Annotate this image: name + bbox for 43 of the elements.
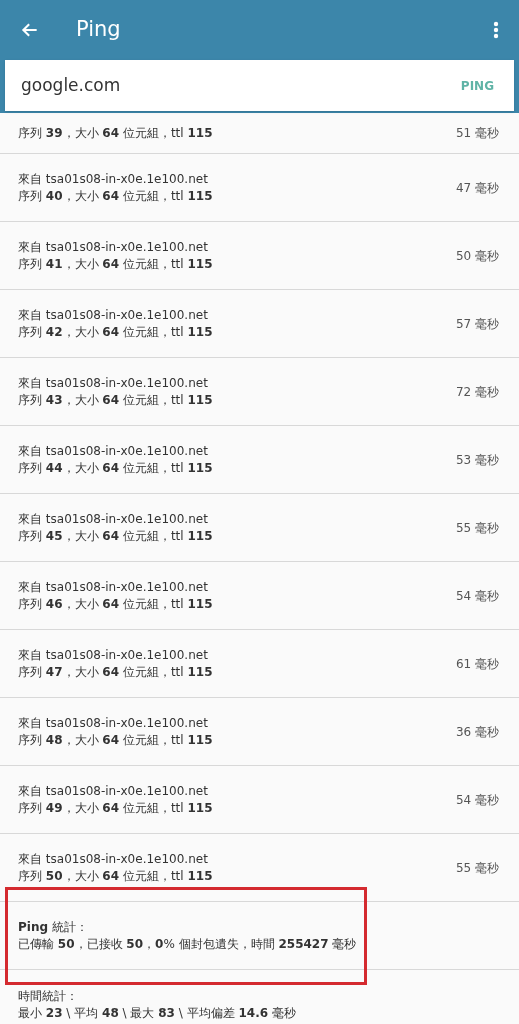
reply-source: 來自 tsa01s08-in-x0e.1e100.net	[18, 238, 209, 256]
ping-stats-title: Ping 統計：	[18, 918, 89, 936]
reply-source: 來自 tsa01s08-in-x0e.1e100.net	[18, 646, 209, 664]
reply-detail: 序列 42，大小 64 位元組，ttl 115	[18, 323, 213, 341]
reply-source: 來自 tsa01s08-in-x0e.1e100.net	[18, 170, 209, 188]
more-menu-icon[interactable]	[493, 21, 499, 39]
reply-detail: 序列 46，大小 64 位元組，ttl 115	[18, 595, 213, 613]
host-input-field[interactable]: google.com PING	[5, 60, 514, 111]
reply-time: 54 毫秒	[455, 587, 499, 605]
reply-source: 來自 tsa01s08-in-x0e.1e100.net	[18, 782, 209, 800]
reply-time: 61 毫秒	[455, 655, 499, 673]
reply-detail: 序列 45，大小 64 位元組，ttl 115	[18, 527, 213, 545]
reply-detail: 序列 43，大小 64 位元組，ttl 115	[18, 391, 213, 409]
reply-source: 來自 tsa01s08-in-x0e.1e100.net	[18, 850, 209, 868]
reply-detail: 序列 50，大小 64 位元組，ttl 115	[18, 867, 213, 885]
ping-stats-text: 已傳輸 50，已接收 50，0% 個封包遺失，時間 255427 毫秒	[18, 935, 358, 953]
reply-source: 來自 tsa01s08-in-x0e.1e100.net	[18, 374, 209, 392]
reply-time: 36 毫秒	[455, 723, 499, 741]
reply-time: 50 毫秒	[455, 247, 499, 265]
host-value: google.com	[21, 73, 121, 97]
reply-detail: 序列 40，大小 64 位元組，ttl 115	[18, 187, 213, 205]
reply-detail: 序列 44，大小 64 位元組，ttl 115	[18, 459, 213, 477]
reply-source: 來自 tsa01s08-in-x0e.1e100.net	[18, 442, 209, 460]
reply-time: 55 毫秒	[455, 859, 499, 877]
reply-time: 55 毫秒	[455, 519, 499, 537]
reply-time: 54 毫秒	[455, 791, 499, 809]
reply-time: 51 毫秒	[455, 125, 499, 142]
time-stats-text: 最小 23 \ 平均 48 \ 最大 83 \ 平均偏差 14.6 毫秒	[18, 1005, 297, 1022]
reply-time: 47 毫秒	[455, 179, 499, 197]
reply-time: 57 毫秒	[455, 315, 499, 333]
reply-source: 來自 tsa01s08-in-x0e.1e100.net	[18, 714, 209, 732]
reply-source: 來自 tsa01s08-in-x0e.1e100.net	[18, 306, 209, 324]
reply-detail: 序列 48，大小 64 位元組，ttl 115	[18, 731, 213, 749]
reply-source: 來自 tsa01s08-in-x0e.1e100.net	[18, 578, 209, 596]
reply-source: 來自 tsa01s08-in-x0e.1e100.net	[18, 510, 209, 528]
reply-detail: 序列 49，大小 64 位元組，ttl 115	[18, 799, 213, 817]
reply-detail: 序列 47，大小 64 位元組，ttl 115	[18, 663, 213, 681]
reply-detail: 序列 39，大小 64 位元組，ttl 115	[18, 124, 213, 142]
reply-time: 72 毫秒	[455, 383, 499, 401]
time-stats-title: 時間統計：	[18, 988, 79, 1005]
app-title: Ping	[76, 16, 121, 44]
reply-detail: 序列 41，大小 64 位元組，ttl 115	[18, 255, 213, 273]
reply-time: 53 毫秒	[455, 451, 499, 469]
